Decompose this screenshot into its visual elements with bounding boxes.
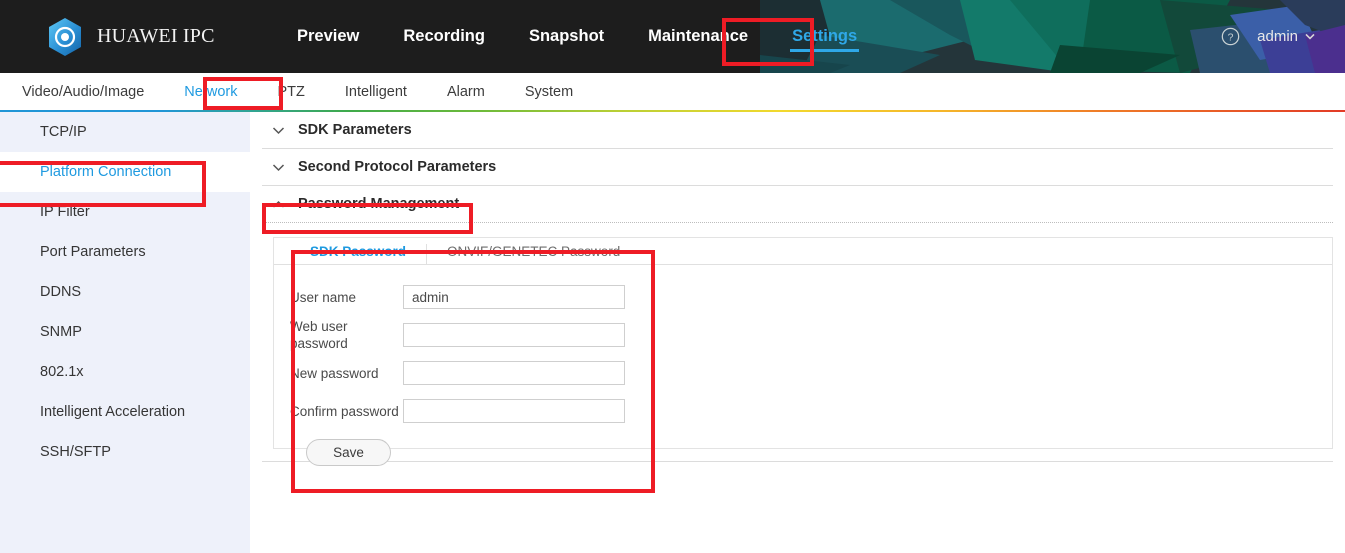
user-menu[interactable]: admin — [1257, 28, 1315, 45]
label-confirm-password: Confirm password — [290, 403, 399, 419]
ipc-web-ui: HUAWEI IPC Preview Recording Snapshot Ma… — [0, 0, 1345, 553]
sidebar-item-platform-connection[interactable]: Platform Connection — [0, 152, 250, 192]
new-password-input[interactable] — [403, 361, 625, 385]
sidebar-item-port-parameters[interactable]: Port Parameters — [0, 232, 250, 272]
confirm-password-input[interactable] — [403, 399, 625, 423]
svg-text:?: ? — [1228, 32, 1234, 43]
save-button[interactable]: Save — [306, 439, 391, 466]
nav-item-recording[interactable]: Recording — [381, 0, 507, 73]
chevron-down-icon — [1305, 33, 1315, 40]
section-title: Second Protocol Parameters — [298, 159, 497, 175]
brand-name: HUAWEI IPC — [97, 25, 215, 47]
user-name-input[interactable] — [403, 285, 625, 309]
subnav-item-intelligent[interactable]: Intelligent — [325, 84, 427, 100]
save-row: Save — [290, 439, 1332, 466]
chevron-down-icon — [272, 163, 285, 171]
main-nav: Preview Recording Snapshot Maintenance S… — [275, 0, 879, 73]
top-header: HUAWEI IPC Preview Recording Snapshot Ma… — [0, 0, 1345, 73]
chevron-down-icon — [272, 126, 285, 134]
label-web-user-password: Web user password — [290, 319, 348, 351]
field-row-confirm-password: Confirm password — [290, 393, 1332, 429]
chevron-up-icon — [272, 200, 285, 208]
huawei-hexagon-camera-logo-icon — [49, 17, 81, 56]
settings-sidebar: TCP/IP Platform Connection IP Filter Por… — [0, 112, 250, 553]
label-new-password: New password — [290, 365, 379, 381]
section-title: Password Management — [298, 196, 460, 212]
sidebar-item-snmp[interactable]: SNMP — [0, 312, 250, 352]
web-user-password-input[interactable] — [403, 323, 625, 347]
sdk-password-form: User name Web user password New password… — [274, 265, 1332, 466]
field-row-new-password: New password — [290, 355, 1332, 391]
nav-item-snapshot[interactable]: Snapshot — [507, 0, 626, 73]
settings-content: SDK Parameters Second Protocol Parameter… — [250, 112, 1345, 553]
field-row-web-user-password: Web user password — [290, 317, 1332, 353]
header-right-tools: ? admin — [1221, 0, 1315, 73]
section-title: SDK Parameters — [298, 122, 412, 138]
subnav-item-system[interactable]: System — [505, 84, 593, 100]
sidebar-item-802-1x[interactable]: 802.1x — [0, 352, 250, 392]
brand: HUAWEI IPC — [47, 0, 215, 73]
subnav-item-network[interactable]: Network — [164, 84, 257, 100]
sidebar-item-intelligent-acceleration[interactable]: Intelligent Acceleration — [0, 392, 250, 432]
sidebar-item-ip-filter[interactable]: IP Filter — [0, 192, 250, 232]
sub-nav: Video/Audio/Image Network PTZ Intelligen… — [0, 73, 1345, 111]
subnav-item-video-audio-image[interactable]: Video/Audio/Image — [0, 84, 164, 100]
tab-sdk-password[interactable]: SDK Password — [290, 244, 428, 264]
user-name-label: admin — [1257, 28, 1298, 45]
nav-item-preview[interactable]: Preview — [275, 0, 381, 73]
question-circle-icon[interactable]: ? — [1221, 27, 1240, 46]
nav-item-settings[interactable]: Settings — [770, 0, 879, 73]
section-second-protocol-parameters[interactable]: Second Protocol Parameters — [262, 149, 1333, 186]
sidebar-item-tcp-ip[interactable]: TCP/IP — [0, 112, 250, 152]
sidebar-item-ddns[interactable]: DDNS — [0, 272, 250, 312]
password-tabs: SDK Password ONVIF/GENETEC Password — [274, 238, 1332, 265]
subnav-item-ptz[interactable]: PTZ — [257, 84, 324, 100]
sidebar-item-ssh-sftp[interactable]: SSH/SFTP — [0, 432, 250, 472]
nav-item-maintenance[interactable]: Maintenance — [626, 0, 770, 73]
password-management-panel: SDK Password ONVIF/GENETEC Password User… — [273, 237, 1333, 466]
label-user-name: User name — [290, 289, 357, 305]
section-password-management[interactable]: Password Management — [262, 186, 1333, 223]
section-sdk-parameters[interactable]: SDK Parameters — [262, 112, 1333, 149]
tab-onvif-genetec-password[interactable]: ONVIF/GENETEC Password — [427, 244, 640, 264]
subnav-item-alarm[interactable]: Alarm — [427, 84, 505, 100]
field-row-user-name: User name — [290, 279, 1332, 315]
